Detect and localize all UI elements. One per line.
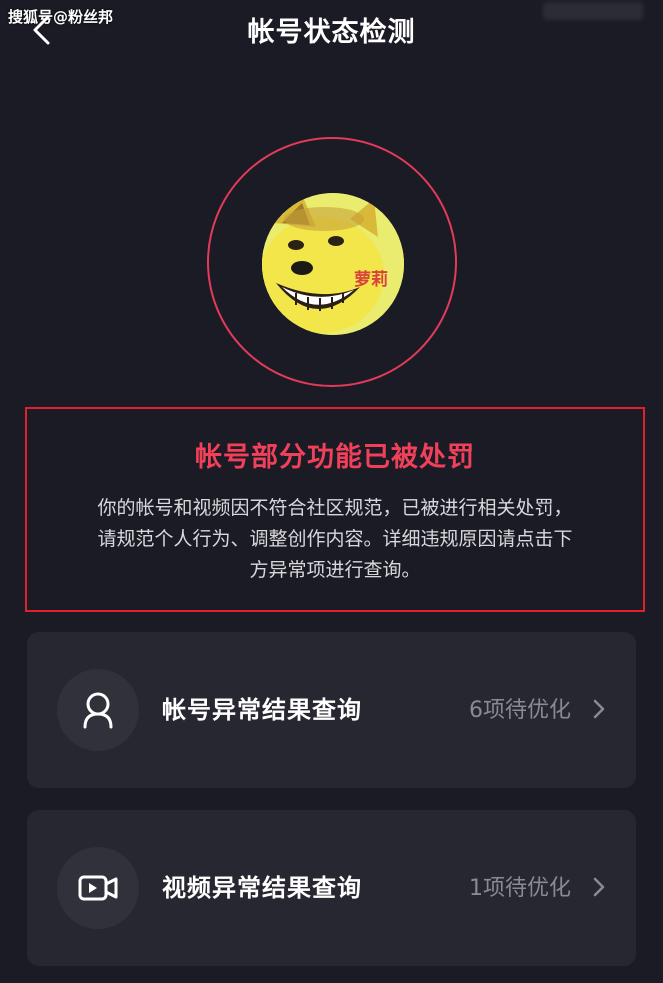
penalty-description-line: 方异常项进行查询。 [249, 559, 421, 581]
penalty-notice: 帐号部分功能已被处罚 你的帐号和视频因不符合社区规范，已被进行相关处罚， 请规范… [25, 407, 645, 612]
account-status-page: 搜狐号@粉丝邦 帐号状态检测 萝莉 帐号部分功能已被处罚 你的帐号和视频因不符合… [0, 0, 663, 983]
chevron-right-icon [593, 877, 605, 897]
video-icon-container [57, 847, 139, 929]
doge-face-image [262, 193, 404, 335]
user-icon [83, 692, 113, 729]
chevron-right-icon [593, 699, 605, 719]
video-abnormal-query-row[interactable]: 视频异常结果查询 1项待优化 [27, 810, 636, 966]
penalty-description-line: 请规范个人行为、调整创作内容。详细违规原因请点击下 [97, 528, 573, 550]
user-icon-container [57, 669, 139, 751]
video-icon [78, 875, 118, 901]
row-label: 帐号异常结果查询 [162, 696, 362, 724]
row-status: 1项待优化 [469, 876, 571, 901]
row-status: 6项待优化 [469, 698, 571, 723]
row-label: 视频异常结果查询 [162, 874, 362, 902]
avatar-tag: 萝莉 [354, 270, 388, 290]
page-title: 帐号状态检测 [247, 17, 416, 48]
penalty-title: 帐号部分功能已被处罚 [195, 442, 475, 473]
account-abnormal-query-row[interactable]: 帐号异常结果查询 6项待优化 [27, 632, 636, 788]
avatar: 萝莉 [262, 193, 404, 335]
penalty-description-line: 你的帐号和视频因不符合社区规范，已被进行相关处罚， [97, 497, 573, 519]
penalty-description: 你的帐号和视频因不符合社区规范，已被进行相关处罚， 请规范个人行为、调整创作内容… [35, 493, 635, 586]
